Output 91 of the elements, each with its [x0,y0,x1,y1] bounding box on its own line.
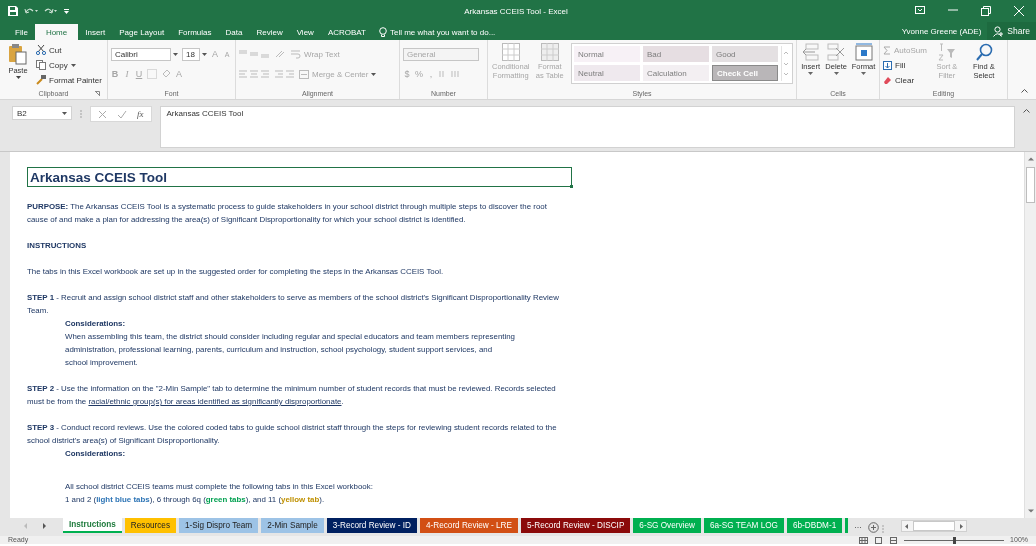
sheet-tab[interactable]: 3-Record Review - ID [326,518,417,533]
more-sheets-button[interactable]: ... [851,518,865,532]
minimize-icon[interactable] [948,6,958,14]
next-sheet-icon[interactable] [42,522,47,529]
collapse-ribbon-icon[interactable] [1021,89,1028,93]
insert-cells-icon [801,43,820,61]
caret-icon [808,72,814,75]
ribbon-tab[interactable]: Page Layout [112,24,172,40]
ribbon-tab[interactable]: Data [218,24,250,40]
grip-dots-icon [881,525,884,533]
ribbon-tab[interactable]: View [289,24,321,40]
redo-icon[interactable] [44,7,58,15]
ribbon-tab[interactable]: Formulas [171,24,219,40]
caret-icon [371,72,377,76]
formula-input[interactable]: Arkansas CCEIS Tool [159,106,1015,148]
cut-button[interactable]: Cut [36,43,102,57]
cell-style[interactable]: Good [712,46,778,62]
sum-icon [883,45,891,55]
scissors-icon [36,45,46,55]
ribbon-tab[interactable]: Insert [78,24,113,40]
enter-icon[interactable] [117,109,127,119]
person-add-icon [993,25,1005,37]
ribbon-tab[interactable]: File [8,24,35,40]
sheet-tab[interactable]: Resources [124,518,176,533]
selected-cell[interactable]: Arkansas CCEIS Tool [27,167,572,187]
save-icon[interactable] [8,6,18,16]
cell-style[interactable]: Neutral [574,65,640,81]
sheet-tab[interactable]: Instructions [63,518,122,533]
window-title: Arkansas CCEIS Tool - Excel [463,6,569,16]
font-name-field[interactable]: Calibri [111,47,171,61]
scroll-thumb[interactable] [1026,167,1035,203]
expand-formula-icon[interactable] [1023,109,1030,113]
page-break-icon[interactable] [889,536,899,544]
sheet-title: Arkansas CCEIS Tool [30,170,168,184]
search-icon [974,43,993,61]
fill-color-icon[interactable] [161,69,171,79]
scroll-right-icon [957,522,964,530]
customize-caret-icon[interactable] [64,8,69,14]
format-painter-button[interactable]: Format Painter [36,73,102,87]
caret-icon [15,76,21,79]
restore-icon[interactable] [981,6,991,16]
cell-style[interactable]: Normal [574,46,640,62]
down-arrow-icon [883,60,892,70]
caret-icon [62,111,67,115]
grid-icon [501,43,520,61]
page-layout-icon[interactable] [874,536,884,544]
zoom-slider[interactable] [904,536,1005,544]
name-box[interactable]: B2 [12,106,72,120]
table-icon [540,43,559,61]
dropdown-caret-icon[interactable] [202,52,207,56]
scroll-up-icon[interactable] [1025,155,1036,163]
dialog-launcher-icon[interactable] [95,91,100,96]
cell-style[interactable]: Bad [643,46,709,62]
tell-me-field[interactable]: Tell me what you want to do... [389,27,530,37]
sheet-tab[interactable]: 5-Record Review - DISCIP [521,518,631,533]
dropdown-caret-icon[interactable] [173,52,178,56]
ribbon-tab[interactable]: Review [249,24,290,40]
merge-icon [299,69,309,79]
clipboard-icon [8,43,28,65]
clear-button[interactable]: Clear [883,73,927,87]
paintbrush-icon [36,75,46,85]
lightbulb-icon[interactable] [378,26,387,38]
copy-icon [36,60,46,70]
sheet-tab[interactable]: 2-Min Sample [261,518,324,533]
font-size-field[interactable]: 18 [182,47,200,61]
sort-filter-icon [937,43,956,61]
caret-icon [833,72,839,75]
share-button[interactable]: Share [987,22,1036,40]
eraser-icon [883,75,892,85]
user-name[interactable]: Yvonne Greene (ADE) [901,26,982,36]
undo-icon[interactable] [24,7,38,15]
wrap-text-icon [291,49,301,59]
close-icon[interactable] [1014,6,1024,16]
caret-icon [70,63,76,67]
delete-cells-icon [827,43,846,61]
horizontal-scrollbar[interactable] [900,520,967,532]
fill-button[interactable]: Fill [883,58,927,72]
cell-style[interactable]: Calculation [643,65,709,81]
ribbon-tab[interactable]: Home [34,24,79,40]
normal-view-icon[interactable] [859,536,869,544]
add-sheet-icon[interactable] [867,521,879,533]
caret-icon [861,72,866,75]
cancel-icon[interactable] [98,109,107,119]
ribbon-display-icon[interactable] [915,6,925,14]
scroll-left-icon [903,522,910,530]
copy-button[interactable]: Copy [36,58,102,72]
sheet-tab[interactable]: 4-Record Review - LRE [420,518,518,533]
sheet-tab[interactable]: 1-Sig Dispro Team [179,518,259,533]
format-cells-icon [854,43,873,61]
ribbon-tab[interactable]: ACROBAT [320,24,373,40]
insert-function-button[interactable]: fx [137,109,144,119]
